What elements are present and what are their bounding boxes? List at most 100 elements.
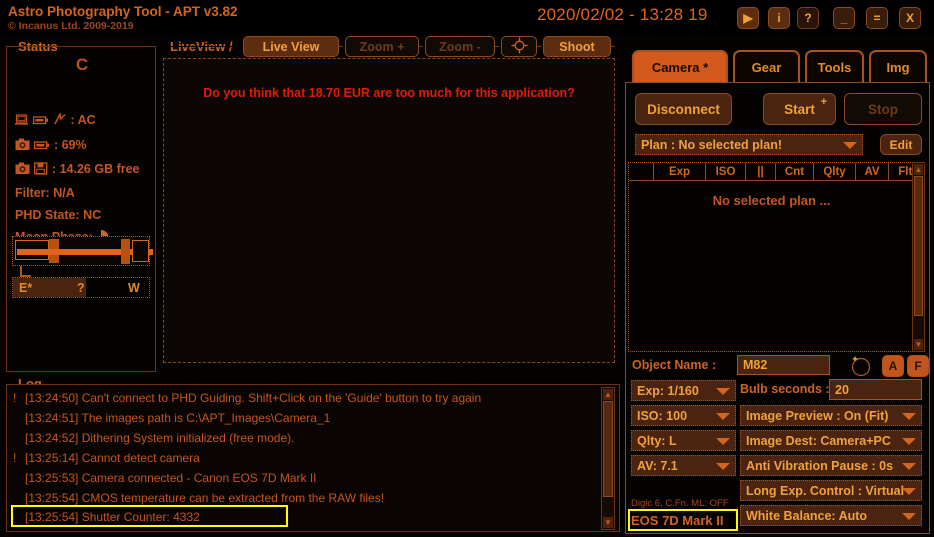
liveview-canvas[interactable]: Do you think that 18.70 EUR are too much… bbox=[163, 58, 615, 363]
power-status-value: : AC bbox=[70, 113, 96, 127]
scroll-up-icon[interactable]: ▲ bbox=[603, 389, 613, 400]
plan-col-iso: ISO bbox=[706, 163, 746, 181]
plan-selector-value: Plan : No selected plan! bbox=[641, 137, 783, 152]
plan-selector[interactable]: Plan : No selected plan! bbox=[635, 134, 863, 155]
quality-value: Qlty: L bbox=[637, 433, 677, 448]
plan-table[interactable]: Exp ISO || Cnt Qlty AV Fltr No selected … bbox=[628, 162, 917, 352]
list-item: [13:25:54] CMOS temperature can be extra… bbox=[25, 491, 385, 505]
page-title: Astro Photography Tool - APT v3.82 bbox=[8, 4, 238, 19]
status-panel: C : AC : 69%: 14.26 GB free Filter: N/A… bbox=[6, 46, 156, 372]
connection-status-letter: C bbox=[75, 55, 89, 74]
restore-button[interactable]: = bbox=[866, 7, 888, 29]
live-view-button[interactable]: Live View bbox=[243, 36, 339, 57]
start-plus-icon: + bbox=[820, 96, 827, 108]
title-bar: Astro Photography Tool - APT v3.82 © Inc… bbox=[0, 0, 934, 36]
log-alert-marker: ! bbox=[13, 451, 17, 465]
scroll-down-icon[interactable]: ▼ bbox=[603, 517, 613, 528]
chevron-down-icon bbox=[843, 141, 857, 149]
chevron-down-icon bbox=[716, 412, 730, 420]
long-exp-control-combo[interactable]: Long Exp. Control : Virtual bbox=[740, 480, 922, 501]
play-icon[interactable]: ▶ bbox=[737, 7, 759, 29]
chevron-down-icon bbox=[716, 387, 730, 395]
list-item: [13:24:52] Dithering System initialized … bbox=[25, 431, 295, 445]
chevron-down-icon bbox=[902, 462, 916, 470]
scroll-down-icon[interactable]: ▼ bbox=[914, 339, 923, 350]
camera-model-highlight bbox=[628, 509, 738, 531]
white-balance-value: White Balance: Auto bbox=[746, 508, 868, 523]
exposure-combo[interactable]: Exp: 1/160 bbox=[631, 380, 736, 401]
shoot-button[interactable]: Shoot bbox=[543, 36, 611, 57]
chevron-down-icon bbox=[716, 437, 730, 445]
anti-vibration-value: Anti Vibration Pause : 0s bbox=[746, 458, 894, 473]
white-balance-combo[interactable]: White Balance: Auto bbox=[740, 505, 922, 526]
laptop-icon bbox=[15, 114, 30, 129]
plan-col-blank bbox=[629, 163, 654, 181]
object-name-label: Object Name : bbox=[632, 358, 717, 372]
tab-camera[interactable]: Camera * bbox=[632, 50, 728, 83]
start-button[interactable]: Start + bbox=[763, 93, 836, 125]
apt-main-window: Astro Photography Tool - APT v3.82 © Inc… bbox=[0, 0, 934, 537]
tab-tools[interactable]: Tools bbox=[805, 50, 864, 83]
anti-vibration-combo[interactable]: Anti Vibration Pause : 0s bbox=[740, 455, 922, 476]
camera-tab-panel: Disconnect Start + Stop Plan : No select… bbox=[625, 82, 930, 534]
close-button[interactable]: X bbox=[899, 7, 921, 29]
compass-west-label: W bbox=[128, 281, 140, 295]
minimize-button[interactable]: _ bbox=[833, 7, 855, 29]
chevron-down-icon bbox=[902, 412, 916, 420]
exposure-value: Exp: 1/160 bbox=[637, 383, 699, 398]
object-f-button[interactable]: F bbox=[907, 355, 929, 377]
object-name-input[interactable]: M82 bbox=[737, 355, 830, 375]
disconnect-button[interactable]: Disconnect bbox=[635, 93, 732, 125]
lightning-icon bbox=[53, 111, 67, 129]
help-icon[interactable]: ? bbox=[797, 7, 819, 29]
chevron-down-icon bbox=[902, 437, 916, 445]
info-icon[interactable]: i bbox=[768, 7, 790, 29]
edit-plan-button[interactable]: Edit bbox=[880, 134, 922, 155]
shutter-counter-highlight bbox=[11, 505, 288, 527]
bulb-seconds-input[interactable]: 20 bbox=[829, 379, 922, 400]
list-item: [13:25:14] Cannot detect camera bbox=[25, 451, 200, 465]
slider-marker-right bbox=[121, 239, 130, 264]
zoom-out-button[interactable]: Zoom - bbox=[425, 36, 495, 57]
plan-col-par: || bbox=[746, 163, 776, 181]
copyright-text: © Incanus Ltd. 2009-2019 bbox=[8, 20, 134, 32]
plan-scrollbar-thumb[interactable] bbox=[914, 176, 923, 316]
exposure-slider[interactable] bbox=[12, 236, 153, 266]
storage-row: : 14.26 GB free bbox=[15, 162, 140, 178]
start-button-label: Start bbox=[784, 101, 815, 117]
image-dest-combo[interactable]: Image Dest: Camera+PC bbox=[740, 430, 922, 451]
phd-state-status: PHD State: NC bbox=[15, 208, 102, 222]
filter-status: Filter: N/A bbox=[15, 186, 75, 200]
object-a-button[interactable]: A bbox=[882, 355, 904, 377]
tab-gear[interactable]: Gear bbox=[733, 50, 800, 83]
chevron-down-icon bbox=[902, 512, 916, 520]
chevron-down-icon bbox=[902, 487, 916, 495]
scroll-up-icon[interactable]: ▲ bbox=[914, 164, 923, 175]
list-item: [13:24:51] The images path is C:\APT_Ima… bbox=[25, 411, 331, 425]
power-status-row: : AC bbox=[15, 111, 96, 129]
aperture-combo[interactable]: AV: 7.1 bbox=[631, 455, 736, 476]
clock-display: 2020/02/02 - 13:28 19 bbox=[537, 5, 708, 24]
reticle-button[interactable] bbox=[501, 36, 537, 57]
log-alert-marker: ! bbox=[13, 391, 17, 405]
chevron-down-icon bbox=[716, 462, 730, 470]
log-scrollbar-thumb[interactable] bbox=[603, 401, 613, 497]
camera-icon bbox=[15, 162, 31, 178]
compass-bar[interactable]: E* ? W bbox=[12, 277, 150, 298]
log-scrollbar[interactable]: ▲ ▼ bbox=[601, 387, 615, 530]
storage-value: : 14.26 GB free bbox=[51, 162, 140, 176]
plan-col-cnt: Cnt bbox=[776, 163, 814, 181]
image-preview-combo[interactable]: Image Preview : On (Fit) bbox=[740, 405, 922, 426]
battery-icon bbox=[34, 140, 50, 154]
tab-img[interactable]: Img bbox=[869, 50, 927, 83]
quality-combo[interactable]: Qlty: L bbox=[631, 430, 736, 451]
slider-handle-right[interactable] bbox=[132, 240, 149, 262]
camera-battery-row: : 69% bbox=[15, 138, 87, 154]
plan-scrollbar[interactable]: ▲ ▼ bbox=[912, 162, 925, 352]
iso-combo[interactable]: ISO: 100 bbox=[631, 405, 736, 426]
list-item: [13:25:53] Camera connected - Canon EOS … bbox=[25, 471, 317, 485]
image-dest-value: Image Dest: Camera+PC bbox=[746, 433, 891, 448]
stop-button[interactable]: Stop bbox=[844, 93, 922, 125]
plan-col-exp: Exp bbox=[654, 163, 706, 181]
zoom-in-button[interactable]: Zoom + bbox=[345, 36, 419, 57]
